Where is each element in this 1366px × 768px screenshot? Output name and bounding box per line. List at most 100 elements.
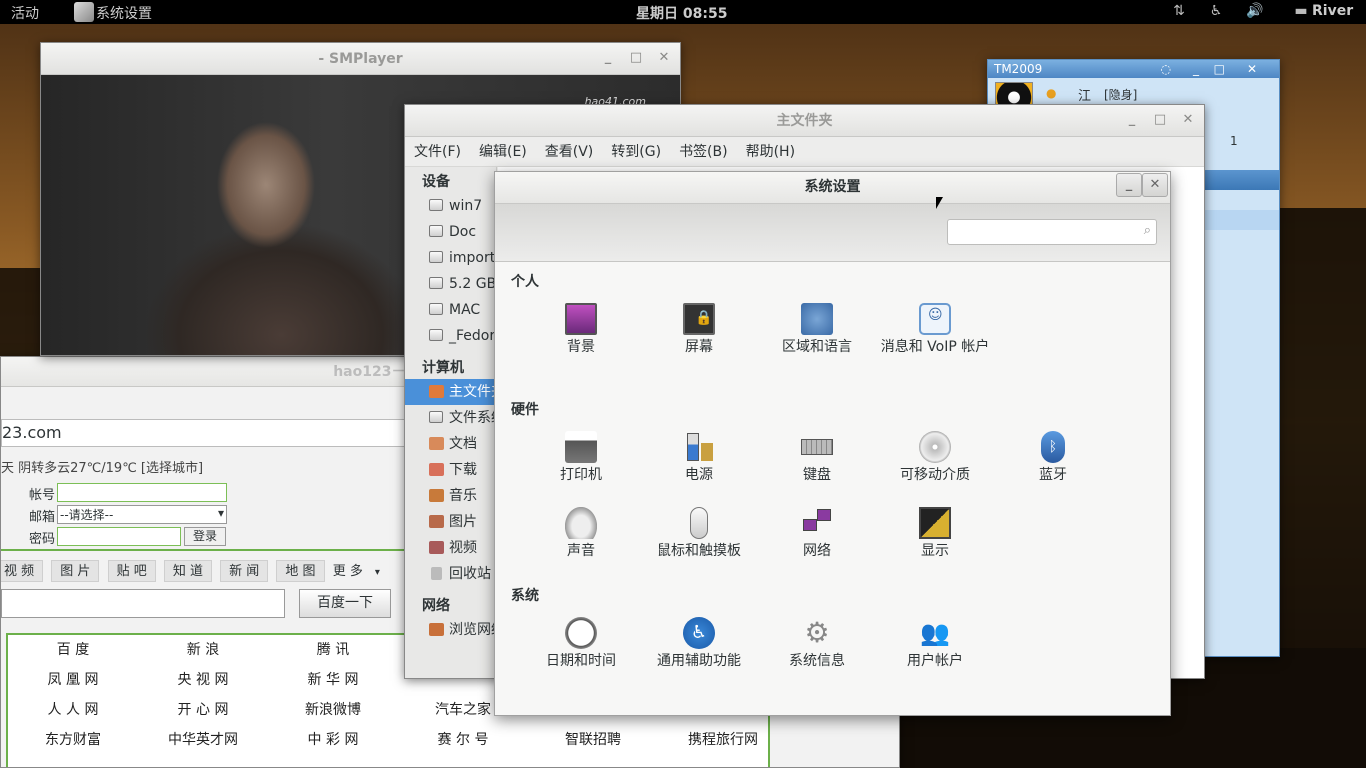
clock[interactable]: 星期日 08:55 xyxy=(636,3,727,23)
close-icon[interactable]: ✕ xyxy=(1247,60,1257,78)
sidebar-item-filesystem[interactable]: 文件系统 xyxy=(405,405,496,431)
sidebar-item-home[interactable]: 主文件夹 xyxy=(405,379,496,405)
sidebar-item-videos[interactable]: 视频 xyxy=(405,535,496,561)
app-menu[interactable]: 系统设置 xyxy=(96,3,152,23)
setting-background[interactable]: 背景 xyxy=(522,303,640,356)
link[interactable]: 腾 讯 xyxy=(268,635,398,665)
more-tabs[interactable]: 更 多 xyxy=(333,564,363,579)
setting-messaging-voip[interactable]: ☺ 消息和 VoIP 帐户 xyxy=(876,303,994,356)
menu-view[interactable]: 查看(V) xyxy=(536,137,603,167)
menu-edit[interactable]: 编辑(E) xyxy=(470,137,536,167)
menu-go[interactable]: 转到(G) xyxy=(602,137,670,167)
setting-printer[interactable]: 打印机 xyxy=(522,431,640,484)
volume-icon[interactable]: 🔊 xyxy=(1246,3,1264,21)
minimize-icon[interactable]: _ xyxy=(594,43,622,73)
tab-images[interactable]: 图 片 xyxy=(51,560,100,582)
file-manager-title[interactable]: 主文件夹 _ □ ✕ xyxy=(405,105,1204,137)
link[interactable]: 凤 凰 网 xyxy=(8,665,138,695)
link[interactable]: 东方财富 xyxy=(8,725,138,755)
status-icon[interactable]: ● xyxy=(1046,86,1056,100)
section-computer: 计算机 xyxy=(422,360,464,376)
smplayer-title[interactable]: - SMPlayer _ □ ✕ xyxy=(41,43,680,75)
weather-text: 天 阴转多云27℃/19℃ [选择城市] xyxy=(1,461,204,476)
link[interactable]: 百 度 xyxy=(8,635,138,665)
baidu-search-button[interactable]: 百度一下 xyxy=(299,589,391,618)
maximize-icon[interactable]: □ xyxy=(1146,105,1174,135)
link[interactable]: 新 浪 xyxy=(138,635,268,665)
link[interactable]: 开 心 网 xyxy=(138,695,268,725)
settings-search-input[interactable]: ⌕ xyxy=(947,219,1157,245)
chevron-down-icon[interactable]: ▾ xyxy=(375,567,380,578)
minimize-icon[interactable]: _ xyxy=(1116,173,1142,197)
sidebar-item-drive[interactable]: _Fedora xyxy=(405,323,496,349)
setting-screen[interactable]: 🔒 屏幕 xyxy=(640,303,758,356)
tab-map[interactable]: 地 图 xyxy=(276,560,325,582)
section-hardware: 硬件 xyxy=(511,402,539,418)
link[interactable]: 中华英才网 xyxy=(138,725,268,755)
menu-bookmarks[interactable]: 书签(B) xyxy=(670,137,737,167)
link[interactable]: 新浪微博 xyxy=(268,695,398,725)
background-icon xyxy=(565,303,597,335)
link[interactable]: 智联招聘 xyxy=(528,725,658,755)
maximize-icon[interactable]: □ xyxy=(622,43,650,73)
tab-zhidao[interactable]: 知 道 xyxy=(163,560,212,582)
setting-bluetooth[interactable]: ᛒ 蓝牙 xyxy=(994,431,1112,484)
menu-help[interactable]: 帮助(H) xyxy=(737,137,804,167)
minimize-icon[interactable]: _ xyxy=(1118,105,1146,135)
setting-mouse-touchpad[interactable]: 鼠标和触摸板 xyxy=(640,507,758,560)
link[interactable]: 人 人 网 xyxy=(8,695,138,725)
sidebar-item-pictures[interactable]: 图片 xyxy=(405,509,496,535)
chat-icon[interactable]: ▬ xyxy=(1292,3,1310,21)
drive-icon xyxy=(429,199,443,211)
sidebar-item-drive[interactable]: Doc xyxy=(405,219,496,245)
settings-title[interactable]: 系统设置 _ ✕ xyxy=(495,172,1170,204)
sidebar-item-drive[interactable]: 5.2 GB xyxy=(405,271,496,297)
qq-title[interactable]: TM2009 ◌ _ □ ✕ xyxy=(988,60,1279,78)
setting-keyboard[interactable]: 键盘 xyxy=(758,431,876,484)
network-arrows-icon[interactable]: ⇅ xyxy=(1170,3,1188,21)
setting-region-language[interactable]: 区域和语言 xyxy=(758,303,876,356)
disc-icon xyxy=(919,431,951,463)
link[interactable]: 央 视 网 xyxy=(138,665,268,695)
sidebar-item-documents[interactable]: 文档 xyxy=(405,431,496,457)
tab-video[interactable]: 视 频 xyxy=(1,560,44,582)
minimize-icon[interactable]: _ xyxy=(1193,60,1199,78)
mail-select[interactable]: --请选择-- ▾ xyxy=(57,505,227,524)
setting-universal-access[interactable]: ♿ 通用辅助功能 xyxy=(640,617,758,670)
maximize-icon[interactable]: □ xyxy=(1214,60,1225,78)
qq-message-icon[interactable]: ◌ xyxy=(1161,60,1171,78)
menu-file[interactable]: 文件(F) xyxy=(405,137,470,167)
setting-date-time[interactable]: 日期和时间 xyxy=(522,617,640,670)
setting-user-accounts[interactable]: 👥 用户帐户 xyxy=(876,617,994,670)
sidebar-item-drive[interactable]: MAC xyxy=(405,297,496,323)
tab-news[interactable]: 新 闻 xyxy=(220,560,269,582)
setting-sound[interactable]: 声音 xyxy=(522,507,640,560)
activities-button[interactable]: 活动 xyxy=(11,3,39,23)
link[interactable]: 新 华 网 xyxy=(268,665,398,695)
setting-system-info[interactable]: ⚙ 系统信息 xyxy=(758,617,876,670)
setting-removable-media[interactable]: 可移动介质 xyxy=(876,431,994,484)
baidu-search-input[interactable] xyxy=(1,589,285,618)
tab-tieba[interactable]: 贴 吧 xyxy=(107,560,156,582)
password-input[interactable] xyxy=(57,527,181,546)
accessibility-icon[interactable]: ♿ xyxy=(1207,3,1225,21)
link[interactable]: 赛 尔 号 xyxy=(398,725,528,755)
user-menu[interactable]: River xyxy=(1312,3,1353,19)
sidebar-item-drive[interactable]: import xyxy=(405,245,496,271)
link[interactable]: 中 彩 网 xyxy=(268,725,398,755)
sidebar-item-downloads[interactable]: 下载 xyxy=(405,457,496,483)
sidebar-item-drive[interactable]: win7 xyxy=(405,193,496,219)
account-input[interactable] xyxy=(57,483,227,502)
login-button[interactable]: 登录 xyxy=(184,527,226,546)
close-icon[interactable]: ✕ xyxy=(1174,105,1202,135)
qq-status[interactable]: [隐身] xyxy=(1104,86,1137,103)
sidebar-item-trash[interactable]: 回收站 xyxy=(405,561,496,587)
sidebar-item-music[interactable]: 音乐 xyxy=(405,483,496,509)
link[interactable]: 携程旅行网 xyxy=(658,725,788,755)
setting-display[interactable]: 显示 xyxy=(876,507,994,560)
close-icon[interactable]: ✕ xyxy=(650,43,678,73)
setting-power[interactable]: 电源 xyxy=(640,431,758,484)
close-icon[interactable]: ✕ xyxy=(1142,173,1168,197)
setting-network[interactable]: 网络 xyxy=(758,507,876,560)
sidebar-item-browse-network[interactable]: 浏览网络 xyxy=(405,617,496,643)
